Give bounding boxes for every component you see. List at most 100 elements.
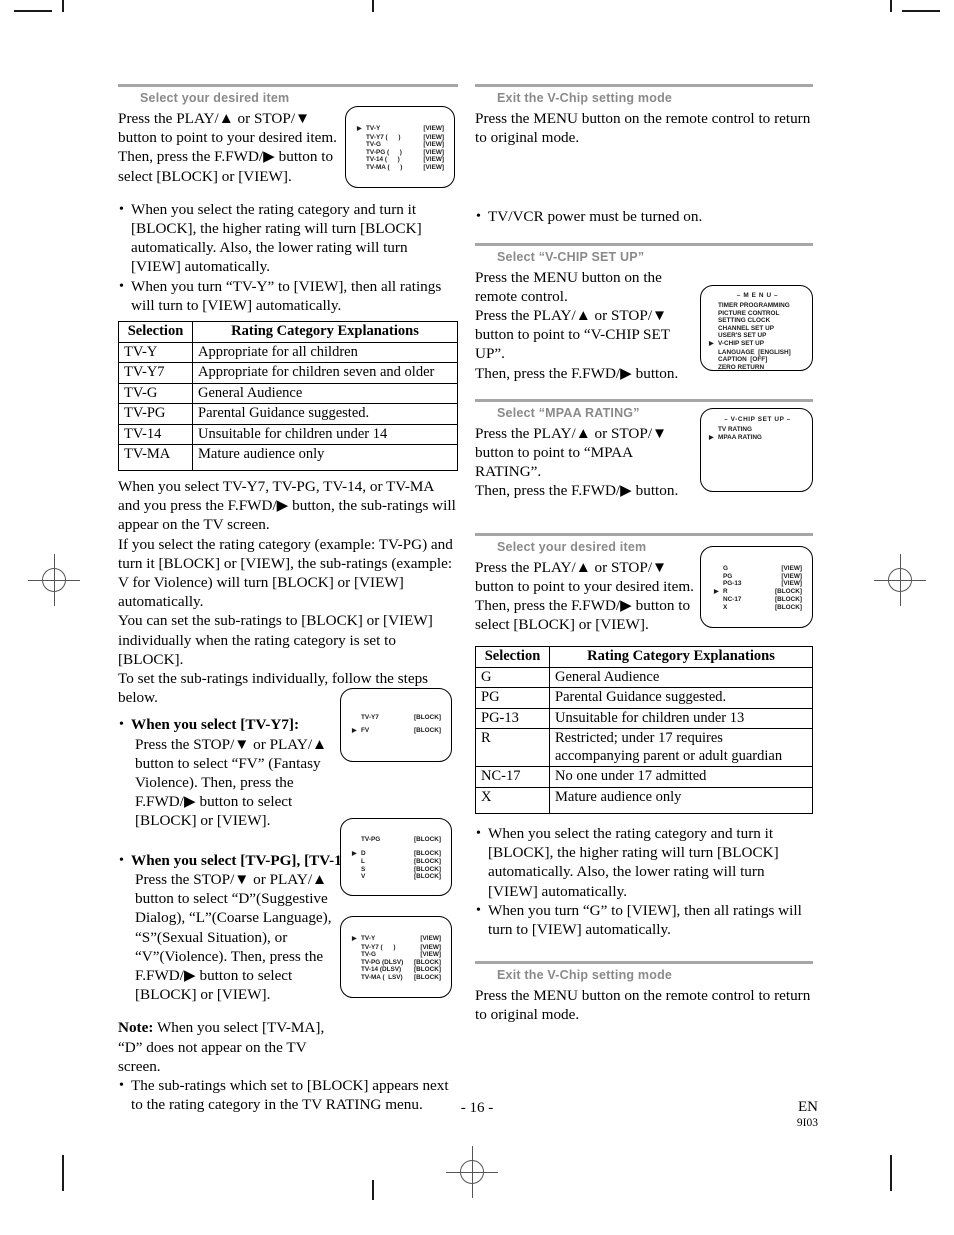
osd-row-label: TV-Y7 (361, 714, 379, 721)
osd-row: ▶ TV-Y [VIEW] (352, 935, 441, 944)
cell-selection: PG (475, 687, 550, 709)
osd-row: USER'S SET UP (709, 332, 806, 340)
select-item-paragraph-2: Then, press the F.FWD/▶ button to select… (475, 597, 691, 634)
osd-row: NC-17 [BLOCK] (714, 596, 802, 604)
osd-row-label: CAPTION [OFF] (718, 356, 768, 364)
osd-row-value: [VIEW] (420, 943, 441, 951)
osd-row: TV-MA ( LSV) [BLOCK] (352, 974, 441, 982)
osd-mpaa-rating-screen: G [VIEW] PG [VIEW] PG-13 [VIEW] ▶ R [BLOCK] N… (700, 546, 813, 628)
table-row: TV-PG Parental Guidance suggested. (118, 403, 458, 425)
power-bullets: TV/VCR power must be turned on. (475, 207, 813, 226)
osd-row-label: TV-Y (366, 125, 423, 133)
osd-content: ▶ TV-Y [VIEW] TV-Y7 ( ) [VIEW] TV-G [VIEW]… (341, 917, 451, 997)
osd-row: PG [VIEW] (714, 573, 802, 581)
osd-content: TV-PG [BLOCK] ▶ D [BLOCK] L [BLOCK] S [BLOCK]… (341, 819, 451, 895)
table-row: G General Audience (475, 666, 813, 689)
osd-row: ▶ TV-Y [VIEW] (357, 125, 444, 134)
table-row: R Restricted; under 17 requires accompany… (475, 728, 813, 768)
note-label: Note: (118, 1019, 154, 1037)
osd-row: SETTING CLOCK (709, 317, 806, 325)
mpaa-rating-table: Selection Rating Category Explanations G… (475, 646, 813, 814)
section-title: Select “V-CHIP SET UP” (497, 249, 645, 264)
crop-mark-top-right-v (890, 0, 892, 12)
osd-row: TV-Y7 ( ) [VIEW] (352, 944, 441, 952)
osd-label-text: TV-PG (366, 148, 386, 156)
note-paragraph: Note: When you select [TV-MA], “D” does … (118, 1018, 342, 1076)
crop-mark-bottom-right-v (890, 1155, 892, 1191)
cell-explanation: Mature audience only (549, 786, 813, 814)
osd-row: V [BLOCK] (352, 873, 441, 881)
cell-selection: X (475, 786, 550, 814)
osd-row-label: MPAA RATING (718, 433, 762, 441)
list-item: When you turn “G” to [VIEW], then all ra… (475, 901, 813, 939)
osd-row-list: TV RATING ▶ MPAA RATING (709, 426, 806, 442)
osd-row-value: [VIEW] (420, 935, 441, 942)
osd-row-value: [BLOCK] (414, 865, 441, 873)
osd-row-value: [VIEW] (420, 951, 441, 959)
osd-row: CHANNEL SET UP (709, 325, 806, 333)
column-header-explanations: Rating Category Explanations (549, 646, 813, 668)
step-heading: When you select [TV-Y7]: (131, 716, 300, 734)
cell-explanation: Appropriate for children seven and older (192, 362, 458, 384)
osd-row-selected: ▶ V-CHIP SET UP (709, 340, 806, 349)
osd-row-value: [BLOCK] (414, 849, 441, 857)
column-header-selection: Selection (475, 646, 550, 668)
osd-label-text: TV-G (366, 141, 381, 149)
section-title: Select your desired item (140, 91, 290, 105)
osd-row-value: [VIEW] (423, 133, 444, 141)
osd-tv-rating-summary-screen: ▶ TV-Y [VIEW] TV-Y7 ( ) [VIEW] TV-G [VIEW]… (340, 916, 452, 998)
cell-explanation: General Audience (192, 382, 458, 405)
osd-label-text: TV-MA (366, 163, 386, 171)
cursor-icon: ▶ (714, 588, 719, 595)
crop-mark-bottom-center (372, 1180, 374, 1200)
manual-page: Select your desired item Press the PLAY/… (0, 0, 954, 1235)
mpaa-paragraph-1: Press the PLAY/▲ or STOP/▼ button to poi… (475, 424, 668, 481)
subrating-paragraph-2: If you select the rating category (examp… (118, 535, 453, 611)
osd-row-label: X (723, 603, 728, 611)
cell-selection: TV-Y7 (118, 362, 193, 384)
cell-selection: G (475, 666, 550, 689)
osd-label-text: TV-Y7 (361, 943, 379, 951)
mpaa-paragraph-2: Then, press the F.FWD/▶ button. (475, 482, 679, 500)
subrating-paragraph-1: When you select TV-Y7, TV-PG, TV-14, or … (118, 478, 456, 534)
cursor-icon: ▶ (352, 850, 357, 857)
tv-rating-table: Selection Rating Category Explanations T… (118, 321, 458, 472)
osd-label-text: TV-G (361, 951, 376, 959)
osd-content: ▶ TV-Y [VIEW] TV-Y7 ( ) [VIEW] TV-G [VIEW]… (346, 107, 454, 187)
osd-row-list: ▶ TV-Y [VIEW] TV-Y7 ( ) [VIEW] TV-G [VIEW]… (357, 125, 444, 172)
osd-row-label: TV-PG ( ) (366, 149, 423, 157)
cell-explanation: Parental Guidance suggested. (192, 403, 458, 425)
table-row: TV-Y7 Appropriate for children seven and … (118, 362, 458, 384)
column-header-selection: Selection (118, 321, 193, 343)
osd-sub-text: ( ) (385, 133, 401, 141)
cursor-icon: ▶ (352, 728, 357, 734)
osd-row-label: TV-Y7 ( ) (366, 134, 423, 142)
osd-row-selected: ▶ R [BLOCK] (714, 588, 802, 597)
osd-row-list: TV-Y7 [BLOCK] ▶ FV [BLOCK] (352, 711, 441, 738)
osd-row-label: LANGUAGE [ENGLISH] (718, 348, 791, 356)
osd-row-value: [BLOCK] (775, 596, 802, 604)
osd-row-label: TV-14 (DLSV) (361, 966, 414, 974)
osd-row-label: TV-G (361, 951, 420, 959)
osd-sub-text: ( ) (380, 943, 396, 951)
column-header-explanations: Rating Category Explanations (192, 321, 458, 343)
cursor-icon: ▶ (709, 340, 714, 347)
osd-row-value: [VIEW] (423, 163, 444, 171)
osd-row-label: TV RATING (718, 426, 752, 433)
cell-explanation: General Audience (549, 666, 813, 689)
table-row: TV-Y Appropriate for all children (118, 341, 458, 364)
osd-row-label: TV-Y7 ( ) (361, 944, 420, 952)
osd-sub-text: (DLSV) (379, 966, 402, 974)
osd-content: – M E N U – TIMER PROGRAMMING PICTURE CO… (701, 286, 812, 370)
table-row: TV-MA Mature audience only (118, 444, 458, 472)
osd-row: TV-14 ( ) [VIEW] (357, 156, 444, 164)
language-code: EN (798, 1099, 818, 1115)
osd-row-label: TIMER PROGRAMMING (718, 302, 790, 309)
osd-row-value: [BLOCK] (775, 603, 802, 611)
osd-row-value: [VIEW] (781, 565, 802, 572)
cell-explanation: Parental Guidance suggested. (549, 687, 813, 709)
osd-row-label: V (361, 873, 366, 881)
osd-row: TIMER PROGRAMMING (709, 302, 806, 310)
osd-row-label: SETTING CLOCK (718, 317, 771, 325)
cell-selection: TV-Y (118, 341, 193, 364)
